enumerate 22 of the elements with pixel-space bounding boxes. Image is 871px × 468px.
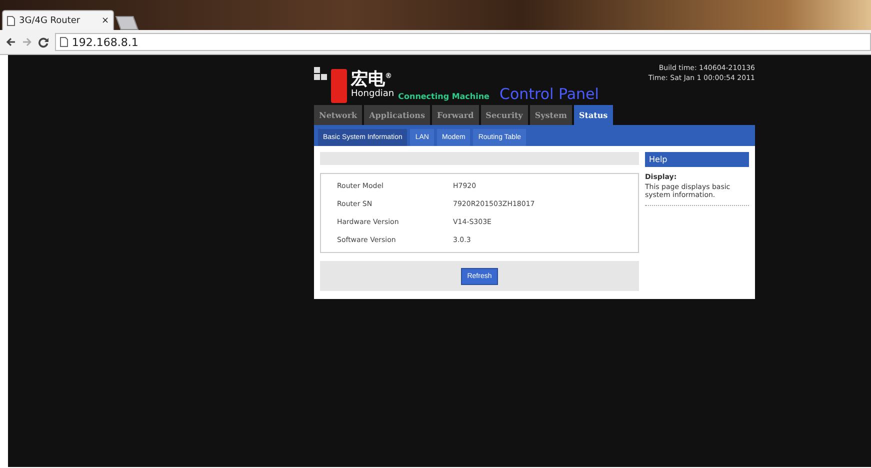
menu-tab[interactable]: Security (480, 105, 528, 125)
slogan: Connecting Machine (398, 92, 490, 101)
help-title: Help (645, 152, 749, 167)
logo-mark-icon (314, 67, 327, 80)
menu-tab[interactable]: Applications (364, 105, 430, 125)
close-tab-button[interactable]: × (101, 16, 109, 26)
reload-icon[interactable] (38, 36, 49, 48)
address-field[interactable]: 192.168.8.1 (54, 33, 871, 51)
brand-subtitle: Hongdian (351, 88, 394, 99)
back-icon[interactable] (6, 37, 16, 47)
brand-name: 宏电$^{®}$ (351, 68, 392, 89)
tab-title: 3G/4G Router (19, 16, 82, 26)
page-icon (60, 37, 68, 47)
new-tab-button[interactable] (115, 16, 139, 30)
page-icon (7, 16, 15, 26)
menu-tab[interactable]: Network (314, 105, 362, 125)
browser-tab[interactable]: 3G/4G Router × (2, 10, 114, 30)
logo-h-icon (331, 69, 347, 103)
menu-tab[interactable]: Forward (432, 105, 479, 125)
menu-tab[interactable]: Status (574, 105, 613, 125)
menu-tab[interactable]: System (530, 105, 572, 125)
control-panel-title: Control Panel (499, 85, 599, 103)
